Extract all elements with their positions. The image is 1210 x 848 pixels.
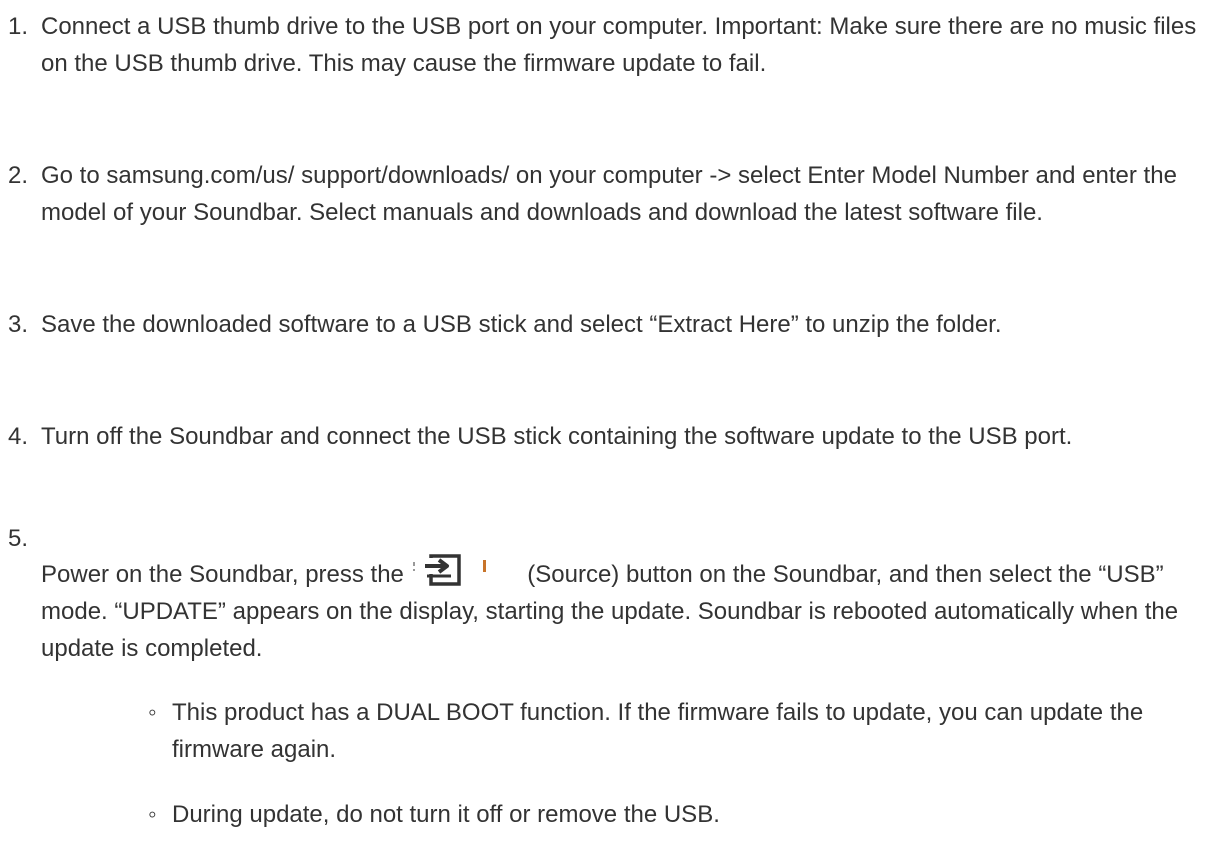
step-5: 5. Power on the Soundbar, press the (Sou… (8, 520, 1198, 667)
step-text: Turn off the Soundbar and connect the US… (41, 423, 1073, 450)
bullet-icon: ◦ (148, 801, 157, 828)
step-text: Power on the Soundbar, press the (Source… (41, 520, 1198, 667)
source-input-icon (411, 554, 521, 588)
step-text: Connect a USB thumb drive to the USB por… (41, 13, 1197, 77)
step-text: Save the downloaded software to a USB st… (41, 311, 1002, 338)
step-number: 1. (8, 13, 29, 40)
step-number: 5. (8, 525, 29, 552)
step-1: 1. Connect a USB thumb drive to the USB … (8, 8, 1198, 82)
step-3: 3. Save the downloaded software to a USB… (8, 306, 1198, 343)
step-number: 4. (8, 423, 29, 450)
sub-bullet-1: ◦ This product has a DUAL BOOT function.… (148, 694, 1188, 768)
step-number: 3. (8, 311, 29, 338)
step-text-before-icon: Power on the Soundbar, press the (41, 561, 404, 588)
step-4: 4. Turn off the Soundbar and connect the… (8, 418, 1198, 455)
bullet-icon: ◦ (148, 699, 157, 726)
step-text: Go to samsung.com/us/ support/downloads/… (41, 162, 1177, 226)
sub-bullet-text: This product has a DUAL BOOT function. I… (172, 699, 1144, 763)
sub-bullet-text: During update, do not turn it off or rem… (172, 801, 720, 828)
sub-bullet-2: ◦ During update, do not turn it off or r… (148, 796, 1188, 833)
step-number: 2. (8, 162, 29, 189)
step-2: 2. Go to samsung.com/us/ support/downloa… (8, 157, 1198, 231)
